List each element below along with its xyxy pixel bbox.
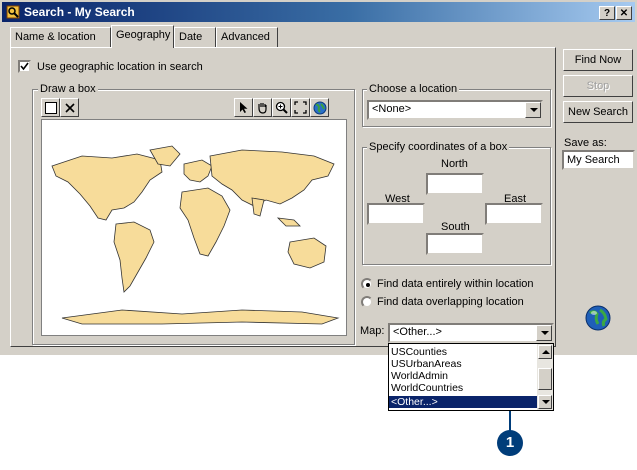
box-select-icon[interactable] xyxy=(41,98,60,117)
search-app-icon xyxy=(6,5,20,19)
dropdown-scrollbar[interactable] xyxy=(537,344,553,410)
window-title: Search - My Search xyxy=(24,5,135,19)
map-dropdown-value: <Other...> xyxy=(393,326,442,338)
map-option-worldcountries[interactable]: WorldCountries xyxy=(389,382,537,394)
coordinates-label: Specify coordinates of a box xyxy=(367,141,510,153)
map-canvas[interactable] xyxy=(41,119,347,336)
chevron-down-icon[interactable] xyxy=(536,325,552,341)
choose-location-label: Choose a location xyxy=(367,83,460,95)
tab-geography[interactable]: Geography xyxy=(111,25,174,48)
south-label: South xyxy=(441,221,470,233)
radio-overlap-label: Find data overlapping location xyxy=(377,296,524,308)
find-now-button[interactable]: Find Now xyxy=(563,49,633,71)
map-option-usurbanareas[interactable]: USUrbanAreas xyxy=(389,358,537,370)
pan-hand-icon[interactable] xyxy=(253,98,272,117)
location-dropdown-value: <None> xyxy=(372,103,412,115)
map-dropdown-list[interactable]: USCounties USUrbanAreas WorldAdmin World… xyxy=(388,343,554,411)
pointer-icon[interactable] xyxy=(234,98,253,117)
map-option-other[interactable]: <Other...> xyxy=(389,396,537,408)
tab-advanced[interactable]: Advanced xyxy=(216,27,278,47)
radio-within-label: Find data entirely within location xyxy=(377,278,534,290)
save-as-label: Save as: xyxy=(564,137,607,149)
tab-date[interactable]: Date xyxy=(174,27,216,47)
map-option-worldadmin[interactable]: WorldAdmin xyxy=(389,370,537,382)
globe-logo-icon xyxy=(585,305,611,331)
west-input[interactable] xyxy=(367,203,425,225)
stop-button[interactable]: Stop xyxy=(563,75,633,97)
close-button[interactable]: ✕ xyxy=(616,6,632,20)
chevron-down-icon[interactable] xyxy=(525,102,541,118)
south-input[interactable] xyxy=(426,233,484,255)
tab-name-location[interactable]: Name & location xyxy=(10,27,111,47)
north-label: North xyxy=(441,158,468,170)
draw-box-label: Draw a box xyxy=(38,83,98,95)
help-button[interactable]: ? xyxy=(599,6,615,20)
radio-within[interactable] xyxy=(361,278,373,290)
save-as-input[interactable] xyxy=(562,150,635,170)
check-icon xyxy=(20,62,29,71)
map-label: Map: xyxy=(360,325,385,337)
scroll-down-icon[interactable] xyxy=(538,395,552,409)
full-extent-icon[interactable] xyxy=(291,98,310,117)
title-bar[interactable]: Search - My Search ? ✕ xyxy=(2,2,635,22)
scroll-up-icon[interactable] xyxy=(538,345,552,359)
use-geo-label: Use geographic location in search xyxy=(37,61,203,73)
north-input[interactable] xyxy=(426,173,484,195)
callout-badge: 1 xyxy=(497,430,523,456)
world-map xyxy=(51,145,340,325)
radio-overlap[interactable] xyxy=(361,296,373,308)
use-geo-checkbox[interactable] xyxy=(18,60,31,73)
clear-icon[interactable] xyxy=(60,98,79,117)
east-input[interactable] xyxy=(485,203,543,225)
search-dialog: Search - My Search ? ✕ Name & location G… xyxy=(0,0,637,355)
location-dropdown[interactable]: <None> xyxy=(367,100,543,120)
map-dropdown[interactable]: <Other...> xyxy=(388,323,554,343)
zoom-in-icon[interactable] xyxy=(272,98,291,117)
scroll-thumb[interactable] xyxy=(538,368,552,390)
map-option-uscounties[interactable]: USCounties xyxy=(389,346,537,358)
globe-icon[interactable] xyxy=(310,98,329,117)
new-search-button[interactable]: New Search xyxy=(563,101,633,123)
